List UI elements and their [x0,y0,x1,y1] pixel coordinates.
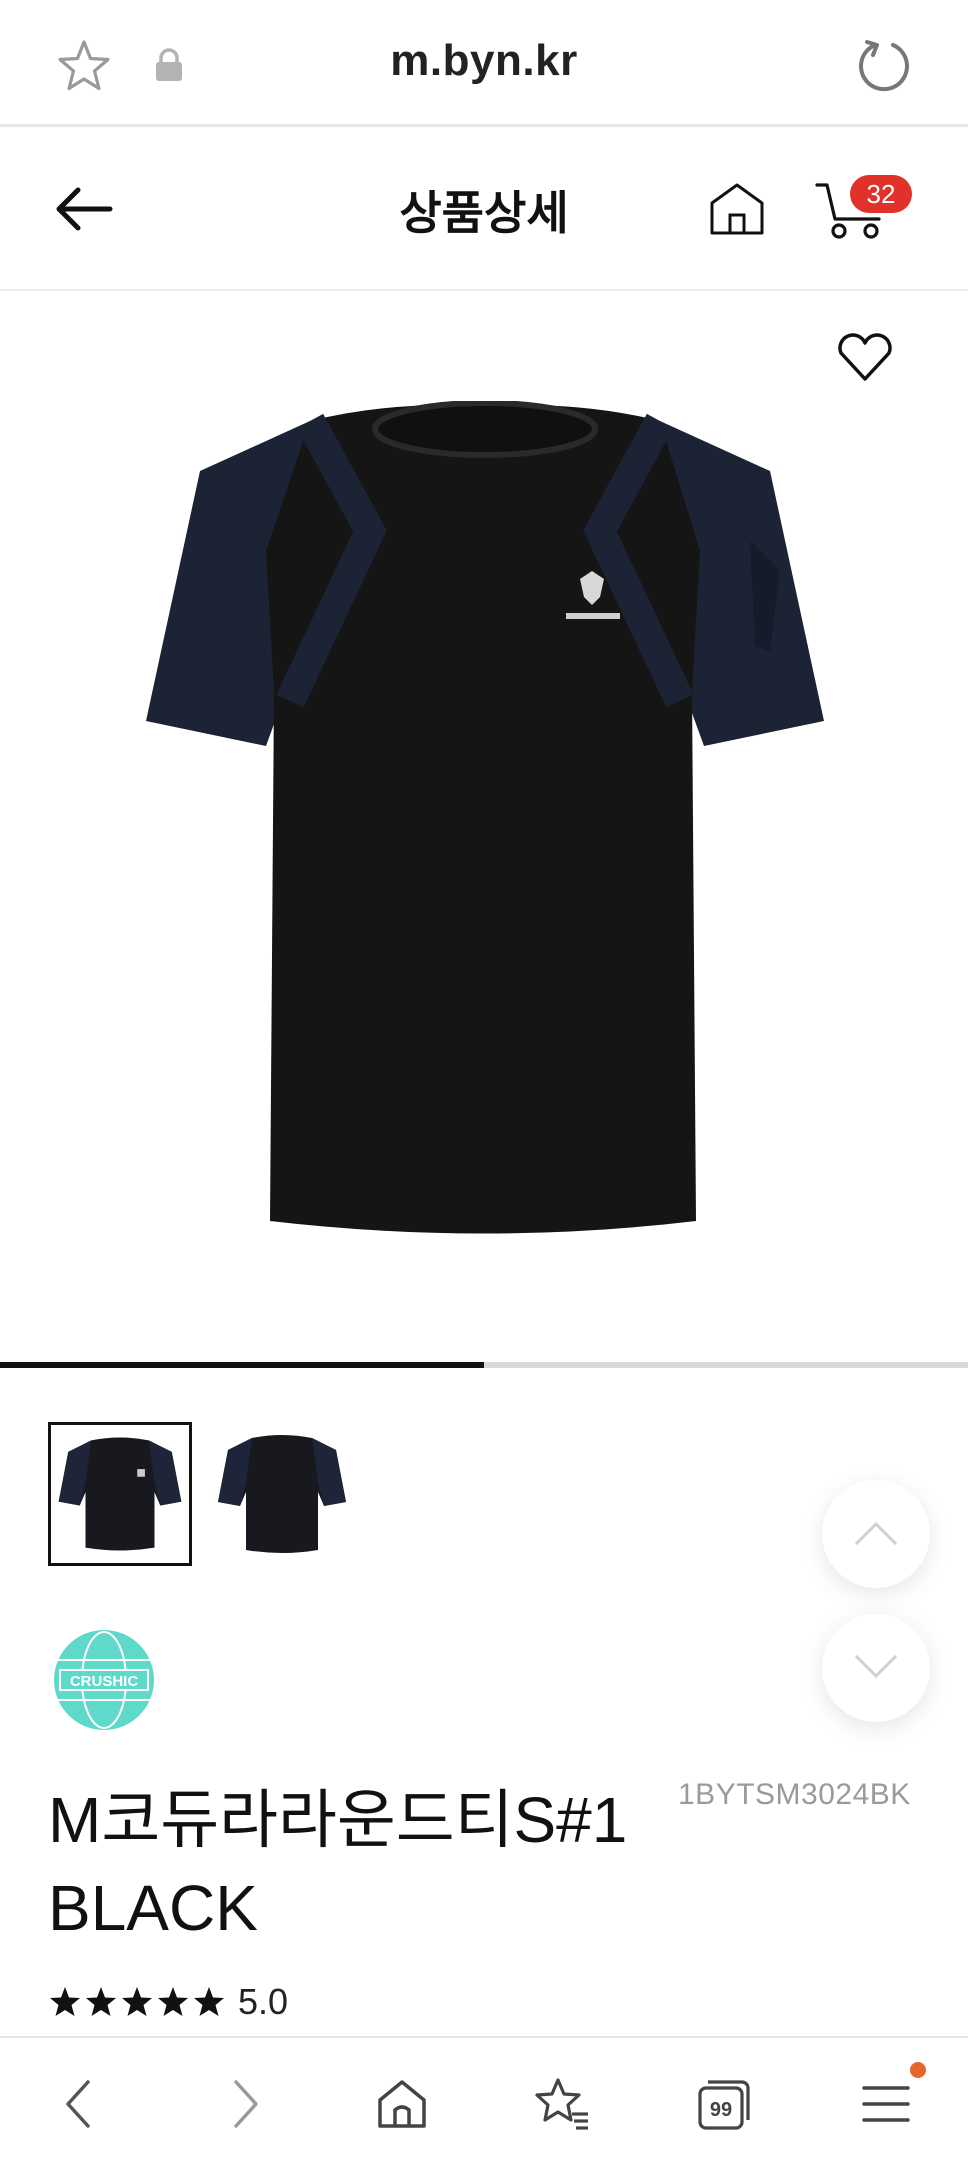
rating-score: 5.0 [238,1981,289,2022]
star-filled-icon [50,1987,80,2016]
back-nav-icon[interactable] [50,2074,110,2134]
heart-outline-icon[interactable] [836,331,894,383]
star-filled-icon [86,1987,116,2016]
product-main-image [146,401,824,1234]
product-image-carousel[interactable] [0,291,968,1363]
browser-toolbar: 99 [0,2036,968,2164]
url-text[interactable]: m.byn.kr [0,36,968,86]
star-filled-icon [194,1987,224,2016]
home-icon[interactable] [708,179,766,237]
gallery-progress-bar [0,1362,968,1368]
menu-icon[interactable] [856,2074,916,2134]
thumbnail-back-image [218,1435,346,1553]
browser-address-bar: m.byn.kr [0,0,968,127]
tabs-icon[interactable]: 99 [694,2074,754,2134]
cart-count-badge: 32 [850,175,912,213]
rating-stars [48,1985,226,2019]
star-filled-icon [158,1987,188,2016]
product-rating[interactable]: 5.0 [48,1978,288,2026]
scroll-top-button[interactable] [822,1480,930,1588]
chevron-down-icon [854,1654,898,1679]
svg-text:99: 99 [710,2099,732,2121]
thumbnail-back[interactable] [210,1422,354,1566]
gallery-progress-fill [0,1362,484,1368]
chevron-up-icon [854,1521,898,1546]
product-code: 1BYTSM3024BK [678,1778,911,1811]
thumbnail-front[interactable] [48,1422,192,1566]
bookmarks-icon[interactable] [532,2074,592,2134]
app-header: 상품상세 32 [0,127,968,291]
home-nav-icon[interactable] [372,2074,432,2134]
scroll-bottom-button[interactable] [822,1614,930,1722]
forward-nav-icon[interactable] [214,2074,274,2134]
reload-icon[interactable] [855,36,913,94]
brand-logo[interactable]: CRUSHIC [52,1628,156,1732]
brand-logo-text: CRUSHIC [70,1673,139,1690]
thumbnail-front-image [58,1437,182,1551]
menu-notification-dot [910,2062,926,2078]
product-name: M코듀라라운드티S#1 BLACK [48,1784,628,1944]
star-filled-icon [122,1987,152,2016]
